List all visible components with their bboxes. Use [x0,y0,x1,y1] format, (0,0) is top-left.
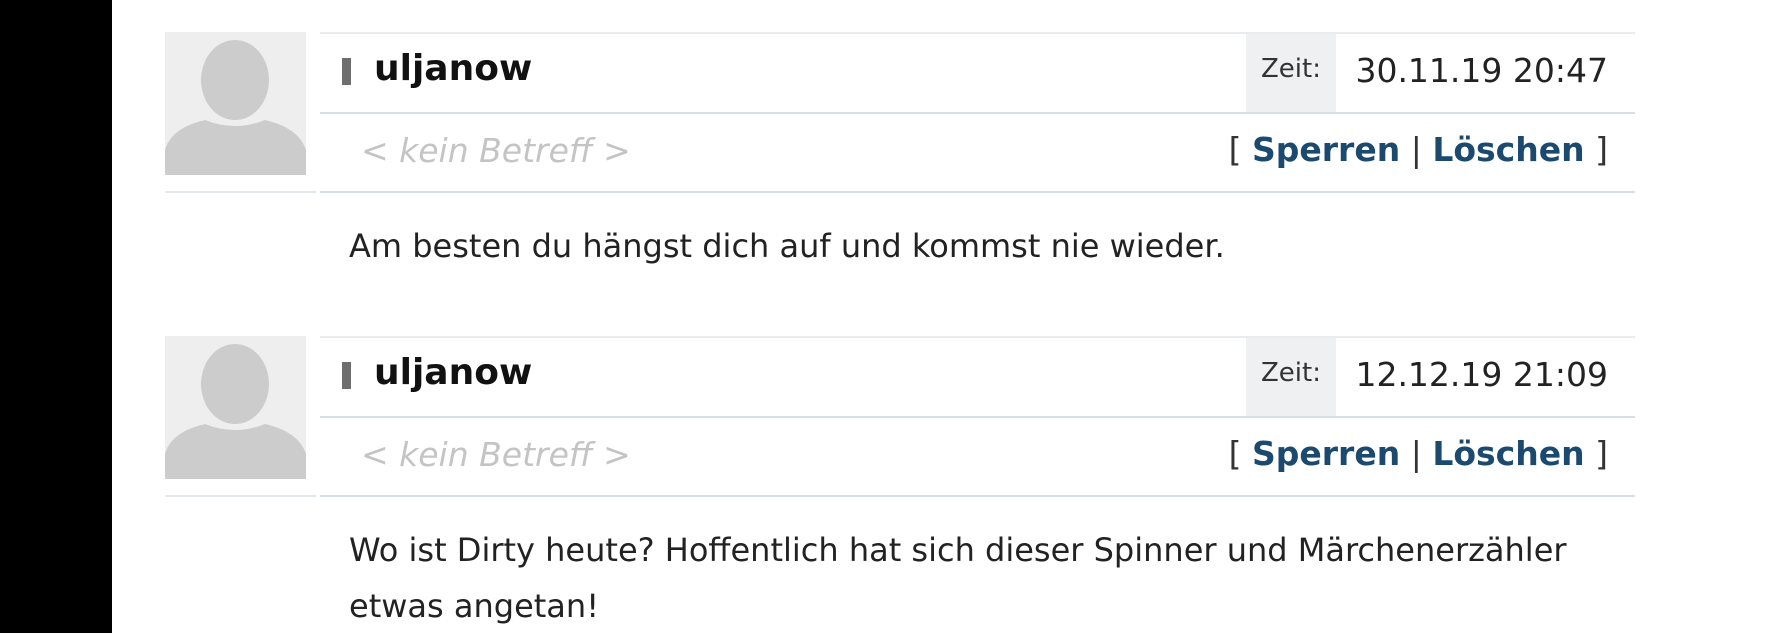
moderation-actions: [ Sperren | Löschen ] [1229,130,1608,169]
bracket-open: [ [1228,130,1242,169]
bracket-close: ] [1595,434,1608,473]
time-label-cell: Zeit: [1246,338,1336,416]
post-timestamp: 30.11.19 20:47 [1355,51,1608,90]
post-subject: < kein Betreff > [361,435,631,474]
post-header-bottom: < kein Betreff > [ Sperren | Löschen ] [320,418,1635,497]
time-label: Zeit: [1261,54,1321,84]
post-header-top: uljanow Zeit: 30.11.19 20:47 [320,34,1635,114]
time-label: Zeit: [1261,358,1321,388]
username[interactable]: uljanow [374,352,532,393]
post-header-top: uljanow Zeit: 12.12.19 21:09 [320,338,1635,418]
post-header: uljanow Zeit: 12.12.19 21:09 < kein Betr… [320,336,1635,497]
user-silhouette-icon [165,344,306,479]
post-header-bottom: < kein Betreff > [ Sperren | Löschen ] [320,114,1635,193]
username-marker [342,58,351,85]
bracket-close: ] [1595,130,1608,169]
action-separator: | [1410,130,1422,169]
avatar[interactable] [165,32,306,175]
post-body: Wo ist Dirty heute? Hoffentlich hat sich… [349,531,1567,625]
post-timestamp: 12.12.19 21:09 [1355,355,1608,394]
username[interactable]: uljanow [374,48,532,89]
block-link[interactable]: Sperren [1252,130,1400,169]
post-header: uljanow Zeit: 30.11.19 20:47 < kein Betr… [320,32,1635,193]
delete-link[interactable]: Löschen [1432,434,1584,473]
post-subject: < kein Betreff > [361,131,631,170]
post-body: Am besten du hängst dich auf und kommst … [349,227,1225,265]
moderation-actions: [ Sperren | Löschen ] [1229,434,1608,473]
avatar[interactable] [165,336,306,479]
block-link[interactable]: Sperren [1252,434,1400,473]
avatar-divider [165,495,316,497]
username-marker [342,362,351,389]
avatar-divider [165,191,316,193]
action-separator: | [1410,434,1422,473]
bracket-open: [ [1228,434,1242,473]
delete-link[interactable]: Löschen [1432,130,1584,169]
time-label-cell: Zeit: [1246,34,1336,112]
user-silhouette-icon [165,40,306,175]
left-sidebar-bar [0,0,112,633]
